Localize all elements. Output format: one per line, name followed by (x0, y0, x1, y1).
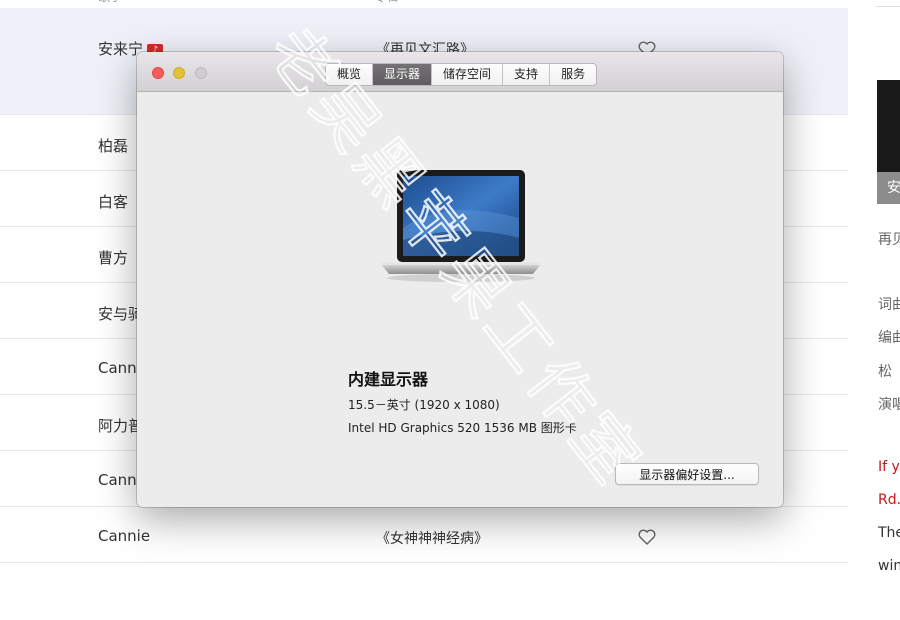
artist-name[interactable]: Cannie (98, 527, 150, 545)
sidebar-text: 再贝 (878, 232, 900, 248)
display-preferences-button[interactable]: 显示器偏好设置... (615, 463, 759, 485)
title-bar[interactable]: 概览 显示器 储存空间 支持 服务 (137, 52, 783, 92)
sidebar-text: The (878, 525, 900, 541)
sidebar-text: If yo (878, 459, 900, 475)
display-size: 15.5－英寸 (1920 x 1080) (348, 398, 500, 412)
divider (876, 6, 900, 7)
laptop-icon (381, 170, 541, 282)
tab-storage[interactable]: 储存空间 (432, 64, 504, 85)
album-cover[interactable] (877, 80, 900, 172)
zoom-button[interactable] (195, 67, 207, 79)
tab-bar: 概览 显示器 储存空间 支持 服务 (325, 63, 598, 86)
header-album: 专辑 (374, 0, 398, 5)
album-name[interactable]: 《女神神神经病》 (376, 528, 488, 548)
sidebar-text: 松 (878, 364, 892, 380)
close-button[interactable] (152, 67, 164, 79)
artist-name[interactable]: 柏磊 (98, 135, 128, 156)
list-row[interactable]: Cannie 《女神神神经病》 (0, 507, 848, 563)
album-cover-caption[interactable]: 安 (877, 172, 900, 204)
list-header: 歌手 专辑 (0, 0, 848, 8)
minimize-button[interactable] (173, 67, 185, 79)
display-name: 内建显示器 (348, 370, 429, 389)
sidebar-text: 编曲 (878, 330, 900, 346)
sidebar-text: win (878, 558, 900, 574)
right-sidebar: 安 再贝 词曲 编曲 松 演唱 If yo Rd. The win (868, 0, 900, 577)
heart-icon[interactable] (638, 529, 656, 545)
graphics-card: Intel HD Graphics 520 1536 MB 图形卡 (348, 421, 577, 435)
artist-name[interactable]: 曹方 (98, 247, 128, 268)
sidebar-text: 词曲 (878, 297, 900, 313)
sidebar-text: 演唱 (878, 397, 900, 413)
tab-overview[interactable]: 概览 (326, 64, 374, 85)
window-content: 内建显示器 15.5－英寸 (1920 x 1080) Intel HD Gra… (137, 92, 783, 507)
sidebar-text: Rd. (878, 492, 900, 508)
tab-support[interactable]: 支持 (503, 64, 551, 85)
tab-displays[interactable]: 显示器 (373, 64, 433, 85)
tab-service[interactable]: 服务 (550, 64, 596, 85)
artist-name[interactable]: 白客 (98, 191, 128, 212)
about-this-mac-window: 概览 显示器 储存空间 支持 服务 内建显示器 15.5－英寸 (1920 x … (137, 52, 783, 507)
header-artist: 歌手 (98, 0, 122, 5)
